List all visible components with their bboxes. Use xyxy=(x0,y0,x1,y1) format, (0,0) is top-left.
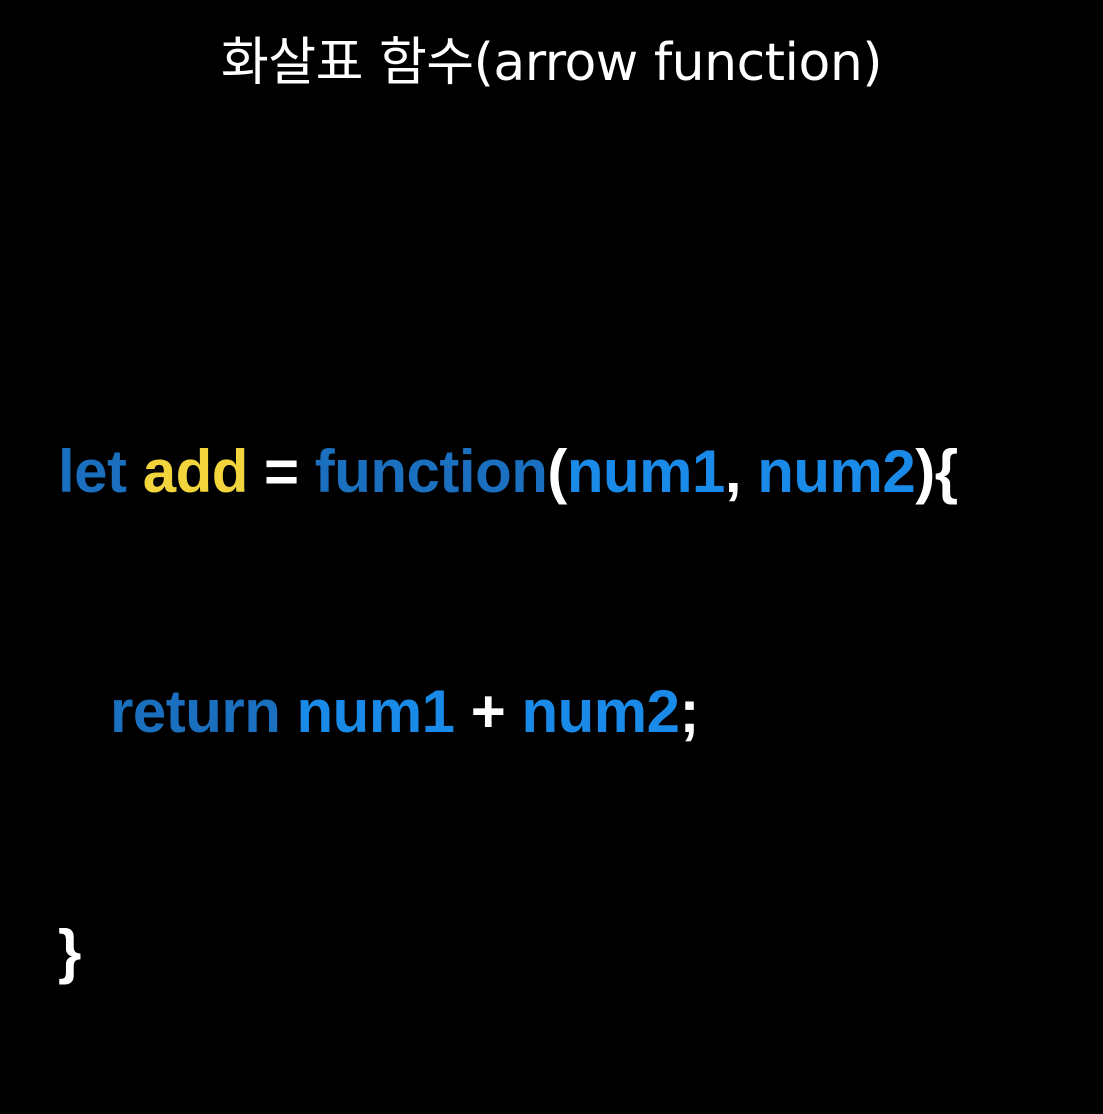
code-line-2: return num1 + num2; xyxy=(58,672,958,752)
equals-operator: = xyxy=(264,438,299,505)
open-paren: ( xyxy=(547,438,567,505)
var-num2: num2 xyxy=(521,678,680,745)
var-num1: num1 xyxy=(296,678,456,745)
plus-operator: + xyxy=(470,678,506,745)
slide: 화살표 함수(arrow function) let add = functio… xyxy=(0,0,1103,985)
close-paren-open-brace: ){ xyxy=(915,438,958,505)
code-line-3: } xyxy=(58,912,958,992)
function-name: add xyxy=(142,438,249,505)
keyword-return: return xyxy=(110,678,281,745)
semicolon: ; xyxy=(679,678,699,745)
param-num1: num1 xyxy=(566,438,726,505)
code-line-1: let add = function(num1, num2){ xyxy=(58,432,958,512)
comma: , xyxy=(724,438,742,505)
keyword-function: function xyxy=(314,438,548,505)
close-brace: } xyxy=(58,918,81,985)
slide-title: 화살표 함수(arrow function) xyxy=(220,33,883,93)
code-block: let add = function(num1, num2){ return n… xyxy=(58,272,958,1114)
param-num2: num2 xyxy=(757,438,916,505)
keyword-let: let xyxy=(58,438,127,505)
